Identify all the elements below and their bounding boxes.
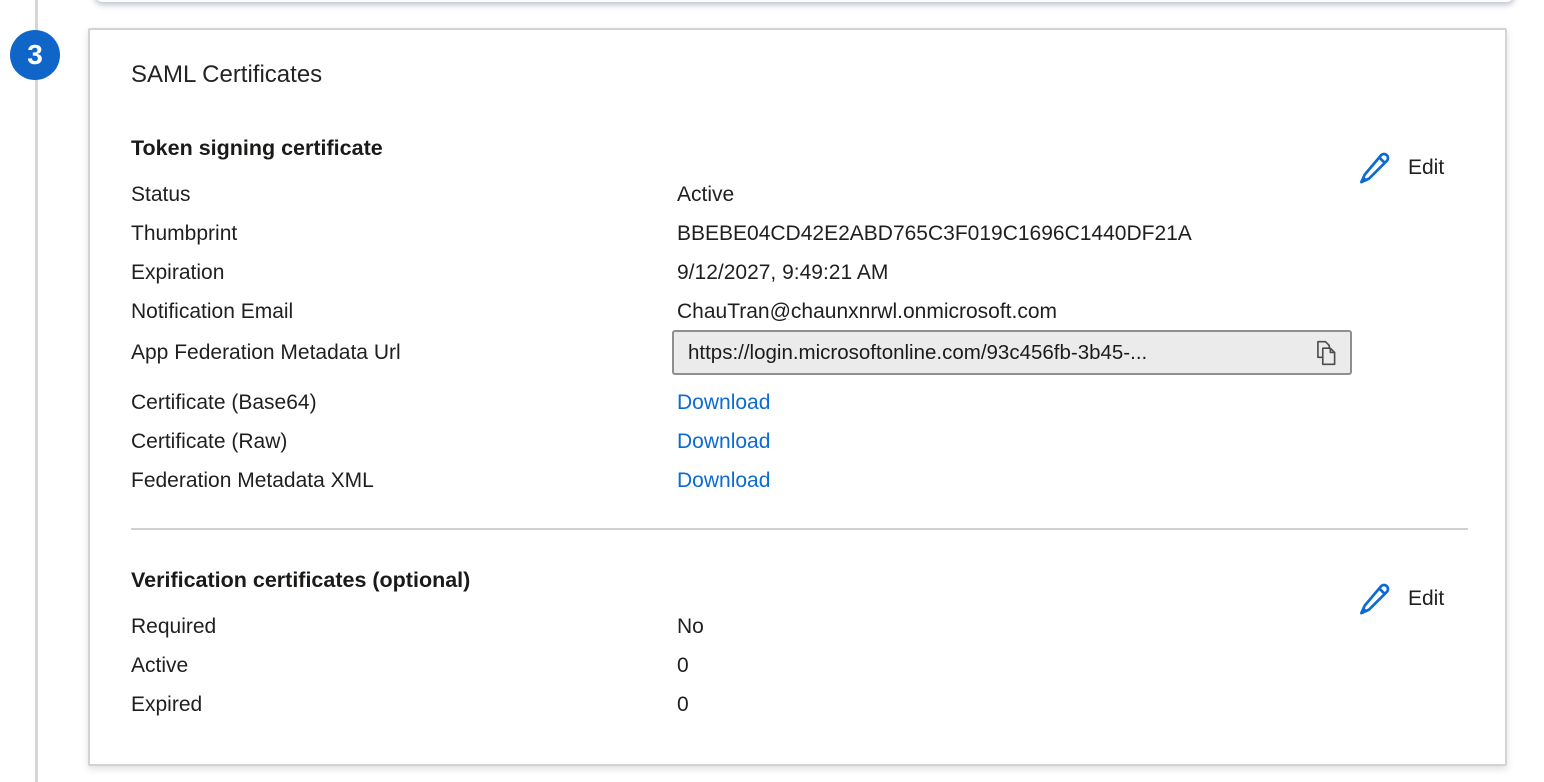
- card-title: SAML Certificates: [131, 60, 322, 90]
- row-value: No: [677, 612, 1481, 641]
- row-label: Thumbprint: [131, 219, 677, 248]
- step-3-badge: 3: [10, 30, 60, 80]
- notification-email-row: Notification Email ChauTran@chaunxnrwl.o…: [131, 297, 1481, 326]
- status-row: Status Active: [131, 180, 1481, 209]
- row-label: App Federation Metadata Url: [131, 338, 677, 367]
- copy-icon: [1313, 339, 1339, 367]
- download-certificate-raw-link[interactable]: Download: [677, 430, 770, 453]
- federation-metadata-xml-row: Federation Metadata XML Download: [131, 466, 1481, 495]
- download-federation-metadata-xml-link[interactable]: Download: [677, 469, 770, 492]
- certificate-raw-row: Certificate (Raw) Download: [131, 427, 1481, 456]
- row-label: Certificate (Raw): [131, 427, 677, 456]
- section-divider: [131, 528, 1468, 530]
- row-value: BBEBE04CD42E2ABD765C3F019C1696C1440DF21A: [677, 219, 1481, 248]
- row-label: Certificate (Base64): [131, 388, 677, 417]
- row-label: Status: [131, 180, 677, 209]
- copy-url-button[interactable]: [1308, 334, 1344, 372]
- row-label: Required: [131, 612, 677, 641]
- row-label: Federation Metadata XML: [131, 466, 677, 495]
- token-signing-certificate-heading: Token signing certificate: [131, 135, 383, 161]
- row-value: ChauTran@chaunxnrwl.onmicrosoft.com: [677, 297, 1481, 326]
- row-label: Expiration: [131, 258, 677, 287]
- row-value: 0: [677, 690, 1481, 719]
- certificate-base64-row: Certificate (Base64) Download: [131, 388, 1481, 417]
- app-federation-metadata-url-field[interactable]: https://login.microsoftonline.com/93c456…: [672, 330, 1352, 375]
- verification-certificates-heading: Verification certificates (optional): [131, 567, 470, 593]
- required-row: Required No: [131, 612, 1481, 641]
- row-value: 9/12/2027, 9:49:21 AM: [677, 258, 1481, 287]
- step-connector-line: [35, 0, 38, 782]
- saml-sso-settings-page: 3 SAML Certificates Token signing certif…: [0, 0, 1544, 782]
- row-label: Notification Email: [131, 297, 677, 326]
- thumbprint-row: Thumbprint BBEBE04CD42E2ABD765C3F019C169…: [131, 219, 1481, 248]
- app-federation-metadata-url-value: https://login.microsoftonline.com/93c456…: [688, 341, 1147, 365]
- row-value: 0: [677, 651, 1481, 680]
- saml-certificates-card: SAML Certificates Token signing certific…: [88, 28, 1507, 766]
- row-value: Active: [677, 180, 1481, 209]
- row-label: Active: [131, 651, 677, 680]
- active-row: Active 0: [131, 651, 1481, 680]
- expired-row: Expired 0: [131, 690, 1481, 719]
- edit-button-label: Edit: [1408, 587, 1444, 611]
- download-certificate-base64-link[interactable]: Download: [677, 391, 770, 414]
- expiration-row: Expiration 9/12/2027, 9:49:21 AM: [131, 258, 1481, 287]
- previous-card-bottom-edge: [94, 0, 1515, 2]
- edit-button-label: Edit: [1408, 156, 1444, 180]
- step-number: 3: [27, 39, 43, 71]
- row-label: Expired: [131, 690, 677, 719]
